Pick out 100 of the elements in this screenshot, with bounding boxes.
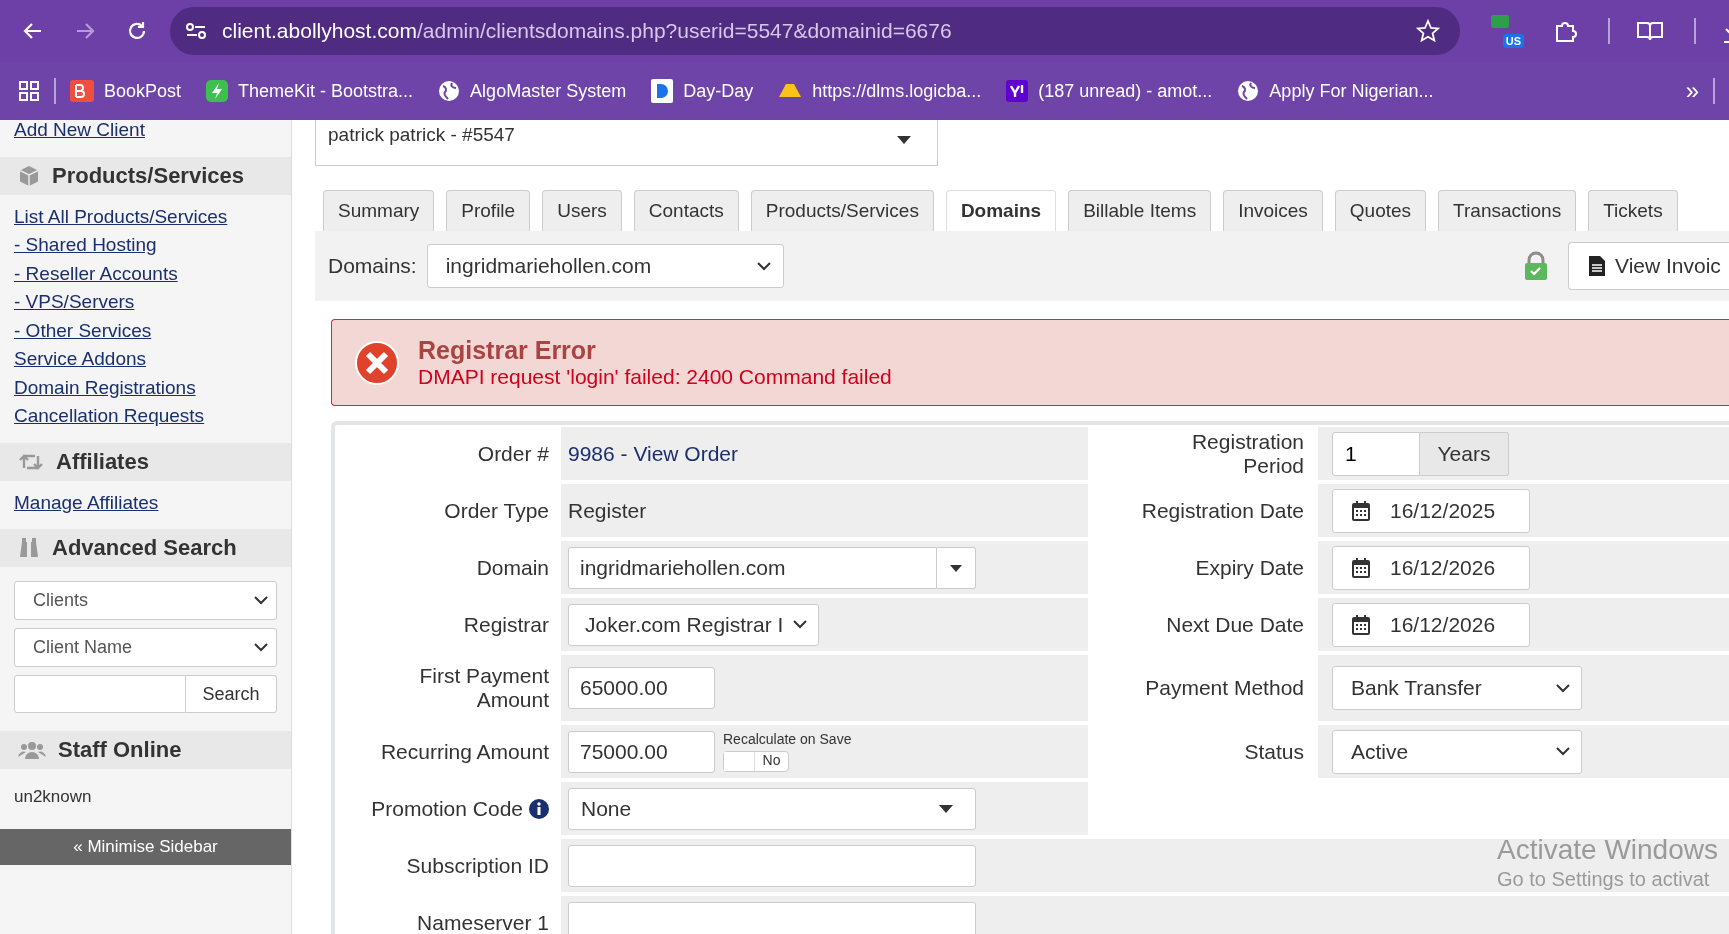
search-field[interactable] (14, 675, 186, 713)
tab[interactable]: Tickets (1588, 190, 1678, 231)
caret-icon (897, 136, 911, 144)
tab[interactable]: Quotes (1334, 190, 1427, 231)
amount-field[interactable]: 65000.00 (568, 667, 715, 709)
bookmark-item[interactable]: ThemeKit - Bootstra... (206, 80, 414, 102)
tab[interactable]: Summary (323, 190, 435, 231)
promotion-code-select[interactable]: None (568, 787, 976, 830)
activation-notice-title: Activate Windows (1497, 834, 1718, 866)
tab[interactable]: Products/Services (750, 190, 934, 231)
bookmark-item[interactable]: (187 unread) - amot... (1006, 80, 1213, 102)
address-bar[interactable]: client.abollyhost.com/admin/clientsdomains.php?userid=5547&domainid=6676 (170, 7, 1460, 55)
field-label: Payment Method (1145, 676, 1304, 700)
bookmark-item[interactable]: https://dlms.logicba... (778, 80, 982, 102)
tab[interactable]: Profile (446, 190, 531, 231)
field-label: Status (1244, 739, 1304, 764)
star-icon[interactable] (1416, 19, 1440, 43)
chevron-down-icon (254, 596, 268, 605)
amount-field[interactable]: 75000.00 (568, 730, 715, 773)
recalculate-label: Recalculate on Save (723, 731, 852, 747)
sidebar-link[interactable]: Cancellation Requests (0, 402, 205, 431)
domain-field[interactable]: ingridmariehollen.com (568, 546, 937, 589)
chevron-down-icon (756, 261, 771, 271)
domain-select[interactable]: ingridmariehollen.com (426, 244, 784, 288)
reload-icon[interactable] (126, 20, 148, 42)
field-label: Promotion Code (371, 796, 523, 821)
dropdown-select[interactable]: Bank Transfer (1332, 666, 1582, 710)
field-label: Registration Period (1190, 429, 1304, 478)
site-settings-icon[interactable] (184, 21, 208, 41)
error-icon (354, 339, 400, 386)
sidebar-link[interactable]: - Shared Hosting (0, 231, 157, 260)
text-field[interactable] (568, 844, 976, 887)
field-label: Nameserver 1 (417, 910, 549, 934)
field-label: Domain (476, 555, 549, 580)
tab[interactable]: Domains (945, 190, 1057, 231)
search-button[interactable]: Search (186, 675, 277, 713)
field-label: Recurring Amount (380, 739, 549, 764)
activation-notice-text: Go to Settings to activat (1497, 868, 1711, 891)
search-type-select[interactable]: Clients (14, 581, 277, 620)
registrar-select[interactable]: Joker.com Registrar I (568, 603, 819, 646)
dropdown-select[interactable]: Active (1332, 729, 1582, 774)
reading-mode-icon[interactable] (1636, 19, 1664, 43)
document-icon (1589, 256, 1605, 276)
sidebar-link[interactable]: Add New Client (0, 116, 145, 145)
calendar-icon (1352, 614, 1370, 635)
bookmark-item[interactable]: Apply For Nigerian... (1237, 80, 1434, 102)
dropdown-button[interactable] (937, 546, 976, 589)
client-select[interactable]: patrick patrick - #5547 (315, 120, 938, 166)
bookmark-item[interactable]: BookPost (70, 80, 182, 102)
date-field[interactable]: 16/12/2026 (1332, 545, 1530, 590)
section-title: Staff Online (58, 737, 182, 763)
caret-icon (939, 804, 953, 813)
field-label: Registration Date (1141, 498, 1304, 523)
extension-icon[interactable]: US (1490, 14, 1524, 48)
sidebar-link[interactable]: Domain Registrations (0, 373, 196, 402)
field-label: Registrar (463, 612, 549, 637)
drive-icon (778, 83, 803, 99)
sidebar-link[interactable]: List All Products/Services (0, 202, 228, 231)
sidebar-link[interactable]: - Reseller Accounts (0, 259, 178, 288)
bookmark-item[interactable]: Day-Day (651, 79, 754, 103)
error-title: Registrar Error (418, 336, 597, 365)
bookmark-logo-icon (70, 80, 94, 102)
tab[interactable]: Billable Items (1068, 190, 1212, 231)
view-invoice-button[interactable]: View Invoic (1568, 242, 1729, 290)
more-bookmarks-button[interactable]: » (1685, 77, 1699, 105)
search-type-select[interactable]: Client Name (14, 628, 277, 667)
url-text: client.abollyhost.com/admin/clientsdomains.php?userid=5547&domainid=6676 (222, 19, 953, 43)
tab[interactable]: Transactions (1438, 190, 1577, 231)
binoculars-icon (18, 537, 40, 559)
chevron-down-icon (254, 643, 268, 652)
sidebar-link[interactable]: - VPS/Servers (0, 288, 135, 317)
tab[interactable]: Users (542, 190, 622, 231)
minimise-sidebar-button[interactable]: « Minimise Sidebar (0, 829, 291, 865)
tab[interactable]: Contacts (633, 190, 739, 231)
apps-grid-icon[interactable] (18, 80, 40, 102)
field-label: Next Due Date (1166, 612, 1304, 637)
staff-name: un2known (14, 787, 92, 806)
tab[interactable]: Invoices (1223, 190, 1323, 231)
bookmark-item[interactable]: AlgoMaster System (438, 80, 627, 102)
period-unit: Years (1420, 431, 1509, 476)
order-link[interactable]: 9986 - View Order (568, 441, 739, 466)
calendar-icon (1352, 500, 1370, 521)
period-field[interactable]: 1 (1332, 431, 1420, 476)
chevron-down-icon (1556, 683, 1570, 693)
date-field[interactable]: 16/12/2026 (1332, 602, 1530, 647)
sidebar-link[interactable]: Manage Affiliates (0, 488, 159, 517)
recalculate-toggle[interactable]: No (723, 751, 789, 772)
date-field[interactable]: 16/12/2025 (1332, 488, 1530, 533)
field-value: Register (568, 498, 647, 523)
field-label: Subscription ID (406, 853, 549, 878)
text-field[interactable] (568, 901, 976, 934)
field-label: Order # (477, 441, 549, 466)
sidebar-link[interactable]: Service Addons (0, 345, 147, 374)
field-label: Order Type (444, 498, 549, 523)
field-label: Expiry Date (1195, 555, 1304, 580)
section-title: Advanced Search (52, 535, 237, 561)
section-title: Affiliates (56, 448, 149, 475)
users-icon (18, 740, 46, 760)
globe-icon (438, 80, 461, 102)
sidebar-link[interactable]: - Other Services (0, 316, 152, 345)
